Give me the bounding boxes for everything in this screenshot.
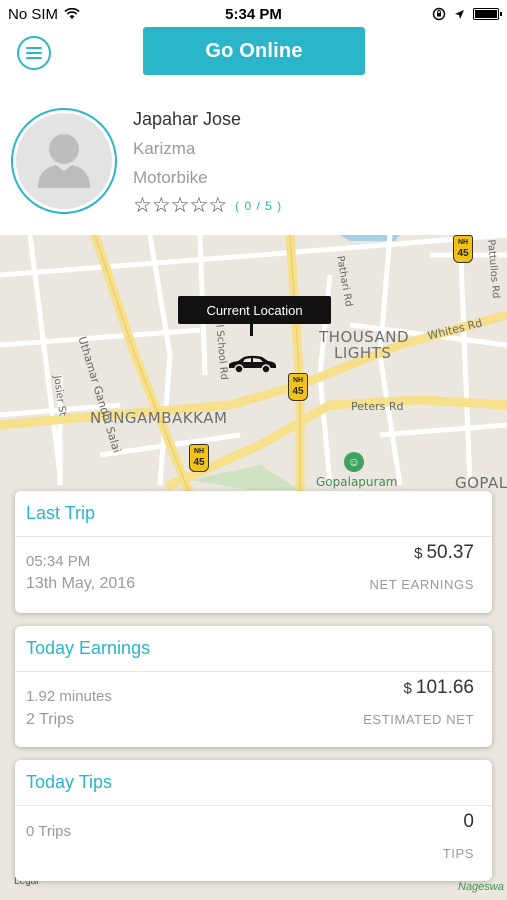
last-trip-caption: NET EARNINGS <box>369 577 474 592</box>
last-trip-amount: $50.37 <box>414 542 474 564</box>
highway-shield: NH 45 <box>189 444 209 472</box>
today-tips-caption: TIPS <box>442 846 474 861</box>
star-empty-icon: ☆ <box>133 194 152 217</box>
card-title: Today Earnings <box>26 638 151 658</box>
park-poi-icon[interactable]: ☺ <box>344 452 364 472</box>
avatar[interactable] <box>11 108 117 214</box>
card-title: Today Tips <box>26 772 113 792</box>
area-label-gopal: GOPAL <box>455 474 507 492</box>
avatar-placeholder <box>16 113 112 209</box>
divider <box>15 536 492 537</box>
street-label-bottom: Nageswa <box>458 881 504 893</box>
rating-count: ( 0 / 5 ) <box>235 199 283 213</box>
last-trip-card[interactable]: Last Trip 05:34 PM 13th May, 2016 $50.37… <box>15 491 492 613</box>
highway-shield-prefix: NH <box>292 377 304 384</box>
poi-label: Gopalapuram <box>316 475 398 489</box>
currency-symbol: $ <box>414 545 423 562</box>
star-empty-icon: ☆ <box>170 194 190 217</box>
user-silhouette-icon <box>38 134 90 188</box>
orientation-lock-icon <box>432 7 446 21</box>
today-earnings-trips: 2 Trips <box>26 711 75 728</box>
highway-shield-prefix: NH <box>457 239 469 246</box>
battery-icon <box>473 8 502 20</box>
today-tips-amount: 0 <box>463 811 474 833</box>
today-earnings-card[interactable]: Today Earnings 1.92 minutes 2 Trips $101… <box>15 626 492 747</box>
divider <box>15 805 492 806</box>
last-trip-date: 13th May, 2016 <box>26 575 136 592</box>
star-empty-icon: ☆ <box>151 194 171 217</box>
amount-value: 101.66 <box>415 677 474 698</box>
status-left: No SIM <box>8 6 80 23</box>
menu-icon-line <box>26 57 42 59</box>
star-empty-icon: ☆ <box>189 194 209 217</box>
last-trip-time: 05:34 PM <box>26 553 91 570</box>
today-tips-trips: 0 Trips <box>26 823 72 840</box>
today-earnings-caption: ESTIMATED NET <box>363 712 474 727</box>
driver-name: Japahar Jose <box>133 109 242 129</box>
vehicle-type: Motorbike <box>133 168 208 187</box>
card-title: Last Trip <box>26 503 96 523</box>
rating: ☆ ☆ ☆ ☆ ☆ ( 0 / 5 ) <box>133 194 283 217</box>
highway-shield: NH 45 <box>453 235 473 263</box>
today-tips-card[interactable]: Today Tips 0 Trips 0 TIPS <box>15 760 492 881</box>
road-label-peters: Peters Rd <box>351 400 404 413</box>
wifi-icon <box>64 8 80 19</box>
car-marker-icon[interactable] <box>226 355 278 375</box>
amount-value: 50.37 <box>426 542 474 563</box>
vehicle-model: Karizma <box>133 139 196 158</box>
today-earnings-amount: $101.66 <box>404 677 474 699</box>
highway-shield-number: 45 <box>193 457 205 468</box>
current-location-tooltip: Current Location <box>178 296 331 336</box>
highway-shield-prefix: NH <box>193 448 205 455</box>
area-label-nungambakkam: NUNGAMBAKKAM <box>90 409 228 427</box>
menu-icon-line <box>26 52 42 54</box>
currency-symbol: $ <box>403 680 412 697</box>
star-empty-icon: ☆ <box>208 194 228 217</box>
today-earnings-duration: 1.92 minutes <box>26 688 112 705</box>
highway-shield: NH 45 <box>288 373 308 401</box>
menu-icon-line <box>26 47 42 49</box>
highway-shield-number: 45 <box>457 248 469 259</box>
amount-value: 0 <box>463 811 474 832</box>
location-arrow-icon <box>455 9 464 19</box>
divider <box>15 671 492 672</box>
menu-button[interactable] <box>17 36 51 70</box>
carrier-label: No SIM <box>8 5 59 23</box>
area-label-lights: LIGHTS <box>334 344 392 362</box>
status-bar: No SIM 5:34 PM <box>0 0 507 28</box>
go-online-button[interactable]: Go Online <box>143 27 365 75</box>
highway-shield-number: 45 <box>292 386 304 397</box>
status-right <box>432 7 502 21</box>
